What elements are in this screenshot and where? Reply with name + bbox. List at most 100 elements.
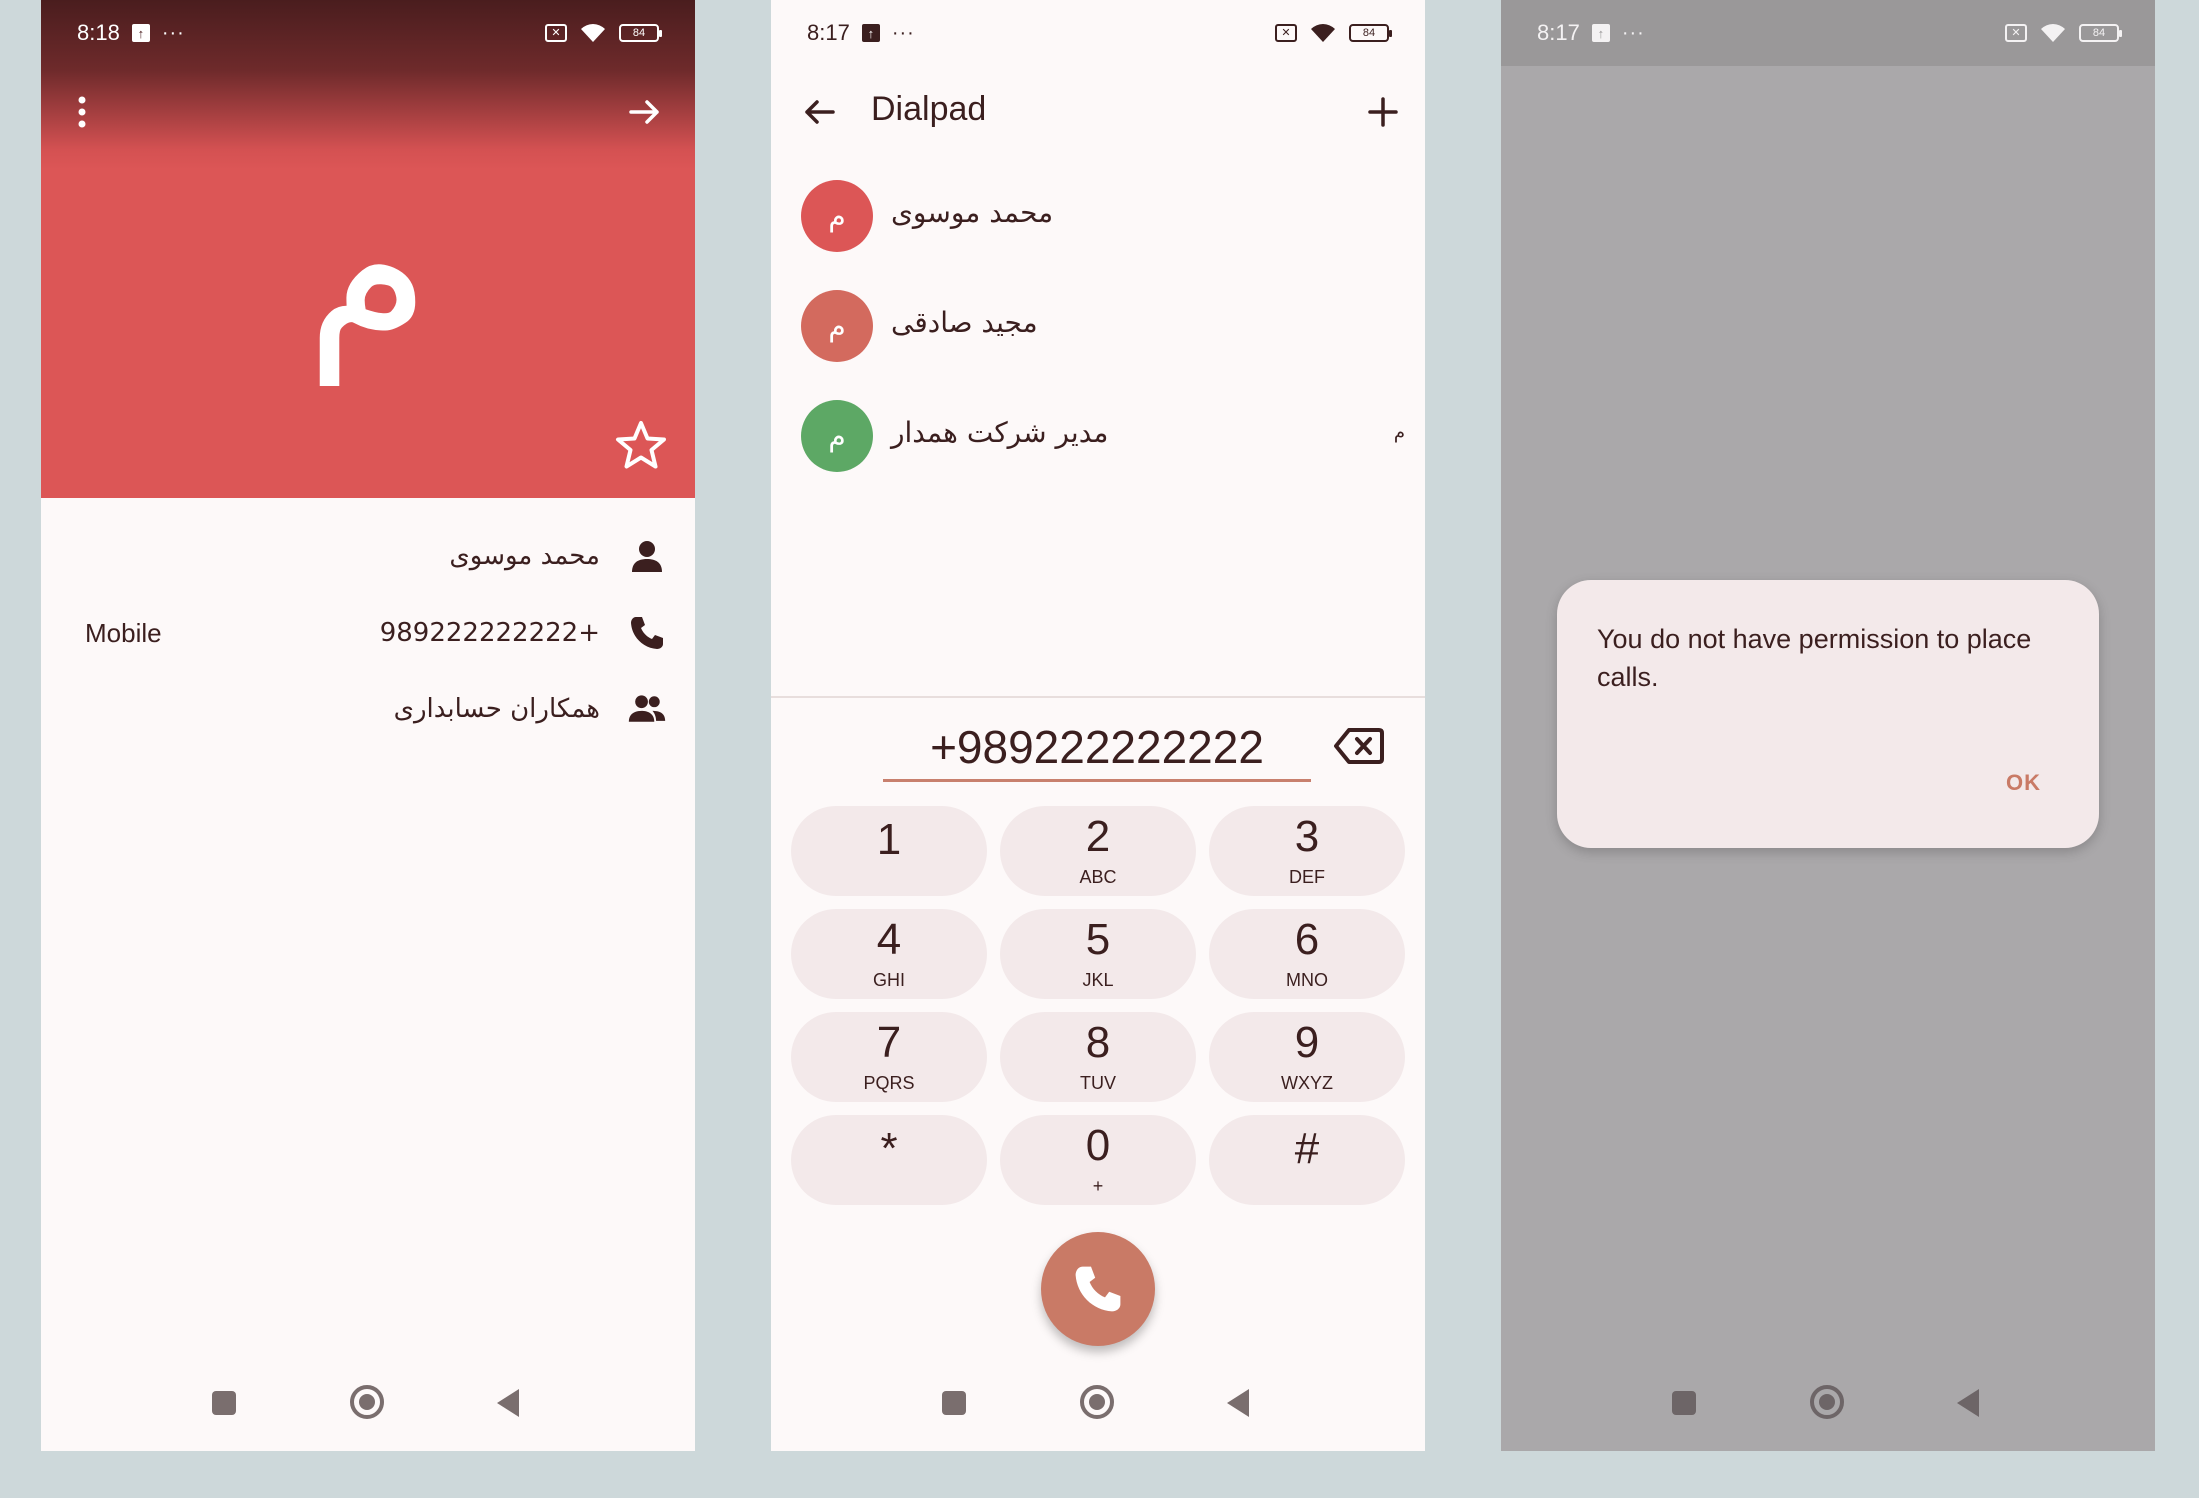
status-time: 8:18 <box>77 20 120 45</box>
back-button[interactable] <box>497 1389 519 1417</box>
key-0[interactable]: 0 + <box>1000 1115 1196 1205</box>
contact-avatar: م <box>801 180 873 252</box>
more-options-icon[interactable] <box>67 92 97 132</box>
recents-button[interactable] <box>942 1391 966 1415</box>
contact-phone-number: 989222222222+ <box>379 618 600 648</box>
contact-header: 8:18 ↑ ··· ✕ 84 م <box>41 0 695 498</box>
wifi-icon <box>2041 24 2065 42</box>
back-button[interactable] <box>1957 1389 1979 1417</box>
more-notifications-icon: ··· <box>891 21 915 44</box>
add-contact-icon[interactable] <box>1363 92 1403 132</box>
no-sim-icon: ✕ <box>545 24 567 42</box>
contact-group-row[interactable]: همکاران حسابداری <box>41 684 695 734</box>
divider <box>771 696 1425 698</box>
key-letters: ABC <box>1079 867 1117 887</box>
key-letters: GHI <box>872 970 905 990</box>
contact-name: محمد موسوی <box>449 541 600 571</box>
key-1[interactable]: 1 <box>791 806 987 896</box>
status-bar: 8:17 ↑ ··· ✕ 84 <box>1501 0 2155 66</box>
contact-avatar: م <box>801 400 873 472</box>
key-6[interactable]: 6 MNO <box>1209 909 1405 999</box>
key-8[interactable]: 8 TUV <box>1000 1012 1196 1102</box>
key-3[interactable]: 3 DEF <box>1209 806 1405 896</box>
key-letters: PQRS <box>863 1073 915 1093</box>
no-sim-icon: ✕ <box>1275 24 1297 42</box>
contact-details-screen: 8:18 ↑ ··· ✕ 84 م محمد موسوی Mobile 9892… <box>41 0 695 1451</box>
wifi-icon <box>1311 24 1335 42</box>
key-star[interactable]: * <box>791 1115 987 1205</box>
battery-icon: 84 <box>619 24 662 42</box>
key-digit: 6 <box>1294 915 1320 964</box>
fast-scroll-letter: م <box>1393 422 1405 443</box>
contact-list-item[interactable]: م مجید صادقی <box>771 286 1425 366</box>
contact-name: مدیر شرکت همدار <box>891 416 1109 449</box>
navigation-bar <box>771 1361 1425 1451</box>
backspace-icon[interactable] <box>1333 726 1385 766</box>
phone-icon[interactable] <box>627 613 667 653</box>
group-icon <box>628 695 666 722</box>
dialog-message: You do not have permission to place call… <box>1597 624 2032 692</box>
recents-button[interactable] <box>1672 1391 1696 1415</box>
home-button[interactable] <box>1080 1385 1114 1419</box>
key-digit: 7 <box>876 1018 902 1067</box>
call-button[interactable] <box>1041 1232 1155 1346</box>
more-notifications-icon: ··· <box>1621 21 1645 44</box>
battery-level: 84 <box>1362 27 1376 39</box>
battery-icon: 84 <box>2079 24 2122 42</box>
status-bar: 8:17 ↑ ··· ✕ 84 <box>771 0 1425 66</box>
key-letters: + <box>1092 1176 1104 1196</box>
ok-button[interactable]: OK <box>2006 770 2041 796</box>
navigation-bar <box>41 1361 695 1451</box>
phone-type-label: Mobile <box>85 617 162 648</box>
key-digit: 0 <box>1085 1121 1111 1170</box>
contact-phone-row[interactable]: Mobile 989222222222+ <box>41 608 695 658</box>
contact-name-row[interactable]: محمد موسوی <box>41 531 695 581</box>
key-digit: 9 <box>1294 1018 1320 1067</box>
recents-button[interactable] <box>212 1391 236 1415</box>
key-5[interactable]: 5 JKL <box>1000 909 1196 999</box>
dial-number-input[interactable]: +989222222222 <box>883 712 1311 782</box>
key-digit: 2 <box>1085 812 1111 861</box>
key-letters: TUV <box>1080 1073 1116 1093</box>
contact-avatar: م <box>801 290 873 362</box>
contact-list-item[interactable]: م محمد موسوی <box>771 176 1425 256</box>
permission-dialog: You do not have permission to place call… <box>1557 580 2099 848</box>
upload-icon: ↑ <box>1591 24 1610 42</box>
key-digit: 1 <box>876 815 902 864</box>
key-9[interactable]: 9 WXYZ <box>1209 1012 1405 1102</box>
upload-icon: ↑ <box>131 24 150 42</box>
wifi-icon <box>581 24 605 42</box>
key-digit: 8 <box>1085 1018 1111 1067</box>
key-letters: DEF <box>1289 867 1325 887</box>
navigation-bar <box>1501 1361 2155 1451</box>
status-bar: 8:18 ↑ ··· ✕ 84 <box>41 0 695 66</box>
key-2[interactable]: 2 ABC <box>1000 806 1196 896</box>
back-button[interactable] <box>1227 1389 1249 1417</box>
key-4[interactable]: 4 GHI <box>791 909 987 999</box>
key-digit: # <box>1294 1124 1320 1173</box>
contact-name: مجید صادقی <box>891 306 1038 339</box>
person-icon <box>632 541 662 572</box>
contact-name: محمد موسوی <box>891 196 1054 229</box>
key-letters: MNO <box>1286 970 1328 990</box>
key-digit: 3 <box>1294 812 1320 861</box>
upload-icon: ↑ <box>861 24 880 42</box>
key-digit: * <box>880 1124 898 1173</box>
page-title: Dialpad <box>871 90 987 128</box>
contact-list-item[interactable]: م مدیر شرکت همدار م <box>771 396 1425 476</box>
key-letters: JKL <box>1082 970 1114 990</box>
battery-level: 84 <box>2092 27 2106 39</box>
back-arrow-icon[interactable] <box>799 92 839 132</box>
home-button[interactable] <box>1810 1385 1844 1419</box>
home-button[interactable] <box>350 1385 384 1419</box>
favorite-star-icon[interactable] <box>613 418 669 474</box>
phone-icon <box>1075 1266 1121 1312</box>
key-digit: 4 <box>876 915 902 964</box>
battery-icon: 84 <box>1349 24 1392 42</box>
forward-arrow-icon[interactable] <box>625 92 665 132</box>
dialpad-keys: 1 2 ABC 3 DEF 4 GHI 5 JKL 6 MNO 7 PQRS 8 TUV 9 W… <box>791 806 1405 1205</box>
key-7[interactable]: 7 PQRS <box>791 1012 987 1102</box>
key-hash[interactable]: # <box>1209 1115 1405 1205</box>
dialpad-screen: 8:17 ↑ ··· ✕ 84 Dialpad م محمد موسوی م م… <box>771 0 1425 1451</box>
status-time: 8:17 <box>1537 20 1580 45</box>
